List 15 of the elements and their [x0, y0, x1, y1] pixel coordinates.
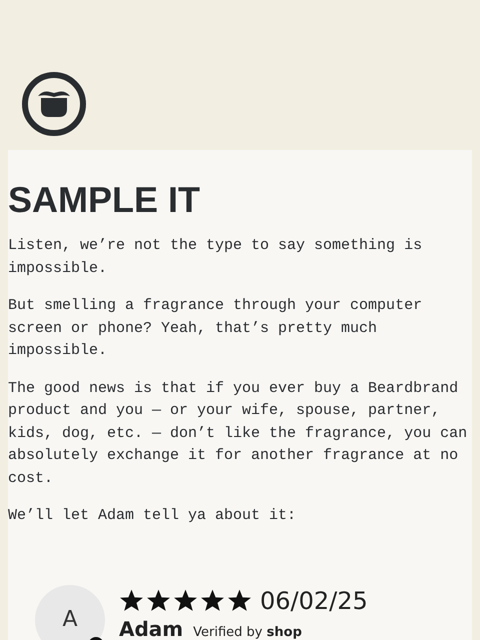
star-icon: [119, 588, 144, 613]
verified-label: Verified by shop: [193, 624, 302, 640]
paragraph: But smelling a fragrance through your computer screen or phone? Yeah, that’s pretty much impossible.: [8, 296, 424, 361]
star-icon: [146, 588, 171, 613]
avatar: A: [35, 584, 105, 640]
paragraph: Listen, we’re not the type to say something is impossible.: [8, 236, 424, 278]
review-date: 06/02/25: [260, 586, 368, 614]
star-icon: [173, 588, 198, 613]
reviewer-name: Adam: [119, 616, 184, 640]
paragraph: The good news is that if you ever buy a Beardbrand product and you — or your wife, spouse, partner, kids, dog, etc. — don’t like the fragrance, you can absolutely exchange it for another fragrance at no cost.: [8, 378, 468, 488]
beard-logo-icon[interactable]: [21, 71, 87, 137]
section-heading: SAMPLE IT: [8, 178, 202, 220]
paragraph: We’ll let Adam tell ya about it:: [8, 506, 298, 526]
star-icon: [227, 588, 252, 613]
star-icon: [200, 588, 225, 613]
